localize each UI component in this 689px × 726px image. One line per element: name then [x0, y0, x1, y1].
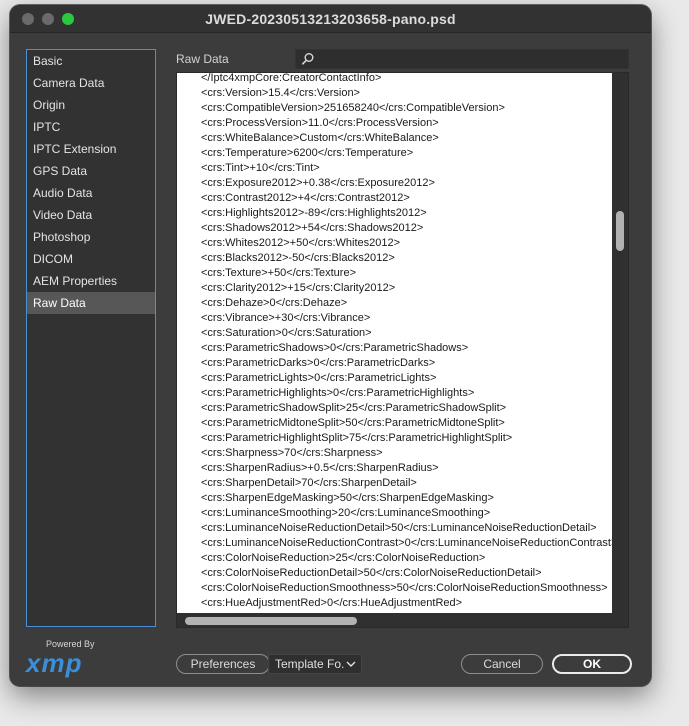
raw-data-line: <crs:SharpenEdgeMasking>50</crs:SharpenE…	[201, 492, 494, 504]
raw-data-line: <crs:Tint>+10</crs:Tint>	[201, 162, 320, 174]
raw-data-line: <crs:Sharpness>70</crs:Sharpness>	[201, 447, 383, 459]
raw-data-line: <crs:ParametricMidtoneSplit>50</crs:Para…	[201, 417, 505, 429]
chevron-down-icon	[346, 661, 356, 667]
sidebar-item-audio-data[interactable]: Audio Data	[27, 182, 155, 204]
raw-data-line: <crs:ParametricDarks>0</crs:ParametricDa…	[201, 357, 436, 369]
sidebar-item-dicom[interactable]: DICOM	[27, 248, 155, 270]
sidebar-item-gps-data[interactable]: GPS Data	[27, 160, 155, 182]
search-icon	[301, 53, 314, 65]
raw-data-line: <crs:LuminanceSmoothing>20</crs:Luminanc…	[201, 507, 491, 519]
sidebar-item-aem-properties[interactable]: AEM Properties	[27, 270, 155, 292]
title-bar[interactable]: JWED-20230513213203658-pano.psd	[10, 5, 651, 33]
raw-data-line: <crs:ParametricHighlightSplit>75</crs:Pa…	[201, 432, 513, 444]
raw-data-line: <crs:ColorNoiseReductionSmoothness>50</c…	[201, 582, 608, 594]
raw-data-line: <crs:ParametricShadows>0</crs:Parametric…	[201, 342, 469, 354]
raw-data-line: <crs:ColorNoiseReductionDetail>50</crs:C…	[201, 567, 542, 579]
raw-data-line: <crs:Highlights2012>-89</crs:Highlights2…	[201, 207, 427, 219]
sidebar-item-iptc-extension[interactable]: IPTC Extension	[27, 138, 155, 160]
raw-data-line: <crs:ColorNoiseReduction>25</crs:ColorNo…	[201, 552, 486, 564]
raw-data-line: <crs:Dehaze>0</crs:Dehaze>	[201, 297, 348, 309]
category-sidebar: Basic Camera Data Origin IPTC IPTC Exten…	[26, 49, 156, 627]
raw-data-line: <crs:HueAdjustmentRed>0</crs:HueAdjustme…	[201, 597, 463, 609]
raw-data-line: <crs:SharpenRadius>+0.5</crs:SharpenRadi…	[201, 462, 439, 474]
template-folder-label: Template Fo...	[275, 657, 345, 671]
raw-data-line: <crs:Blacks2012>-50</crs:Blacks2012>	[201, 252, 395, 264]
metadata-dialog-window: JWED-20230513213203658-pano.psd Basic Ca…	[10, 5, 651, 686]
raw-data-lines: </Iptc4xmpCore:CreatorContactInfo> <crs:V…	[201, 72, 628, 611]
raw-data-line: <crs:Texture>+50</crs:Texture>	[201, 267, 356, 279]
sidebar-item-origin[interactable]: Origin	[27, 94, 155, 116]
xmp-logo: xmp	[26, 648, 83, 678]
raw-data-line: <crs:Shadows2012>+54</crs:Shadows2012>	[201, 222, 424, 234]
panel-title: Raw Data	[176, 52, 229, 66]
template-folder-dropdown[interactable]: Template Fo...	[268, 654, 362, 674]
window-title: JWED-20230513213203658-pano.psd	[205, 11, 456, 27]
raw-data-line: <crs:Temperature>6200</crs:Temperature>	[201, 147, 414, 159]
raw-data-line: <crs:Clarity2012>+15</crs:Clarity2012>	[201, 282, 396, 294]
horizontal-scrollbar[interactable]	[177, 613, 628, 627]
horizontal-scroll-thumb[interactable]	[185, 617, 357, 625]
sidebar-item-iptc[interactable]: IPTC	[27, 116, 155, 138]
raw-data-line: <crs:LuminanceNoiseReductionContrast>0</…	[201, 537, 618, 549]
raw-data-line: <crs:Saturation>0</crs:Saturation>	[201, 327, 372, 339]
raw-data-line: <crs:Version>15.4</crs:Version>	[201, 87, 360, 99]
search-field[interactable]	[295, 49, 629, 69]
raw-data-line: <crs:Vibrance>+30</crs:Vibrance>	[201, 312, 371, 324]
sidebar-item-camera-data[interactable]: Camera Data	[27, 72, 155, 94]
raw-data-line: <crs:LuminanceNoiseReductionDetail>50</c…	[201, 522, 597, 534]
raw-data-text-view[interactable]: </Iptc4xmpCore:CreatorContactInfo> <crs:V…	[176, 72, 629, 628]
raw-data-line: <crs:ProcessVersion>11.0</crs:ProcessVer…	[201, 117, 439, 129]
vertical-scroll-thumb[interactable]	[616, 211, 624, 251]
raw-data-line: <crs:Whites2012>+50</crs:Whites2012>	[201, 237, 401, 249]
sidebar-item-basic[interactable]: Basic	[27, 50, 155, 72]
ok-button[interactable]: OK	[552, 654, 632, 674]
sidebar-item-photoshop[interactable]: Photoshop	[27, 226, 155, 248]
raw-data-line: <crs:ParametricLights>0</crs:ParametricL…	[201, 372, 437, 384]
cancel-button[interactable]: Cancel	[461, 654, 543, 674]
raw-data-line: <crs:Contrast2012>+4</crs:Contrast2012>	[201, 192, 410, 204]
raw-data-line: </Iptc4xmpCore:CreatorContactInfo>	[201, 72, 382, 84]
sidebar-item-raw-data[interactable]: Raw Data	[27, 292, 155, 314]
raw-data-line: <crs:ParametricHighlights>0</crs:Paramet…	[201, 387, 475, 399]
preferences-button[interactable]: Preferences	[176, 654, 270, 674]
raw-data-line: <crs:ParametricShadowSplit>25</crs:Param…	[201, 402, 507, 414]
sidebar-item-video-data[interactable]: Video Data	[27, 204, 155, 226]
raw-data-line: <crs:SharpenDetail>70</crs:SharpenDetail…	[201, 477, 417, 489]
raw-data-line: <crs:CompatibleVersion>251658240</crs:Co…	[201, 102, 505, 114]
raw-data-line: <crs:Exposure2012>+0.38</crs:Exposure201…	[201, 177, 435, 189]
vertical-scrollbar[interactable]	[612, 73, 628, 613]
raw-data-line: <crs:WhiteBalance>Custom</crs:WhiteBalan…	[201, 132, 439, 144]
